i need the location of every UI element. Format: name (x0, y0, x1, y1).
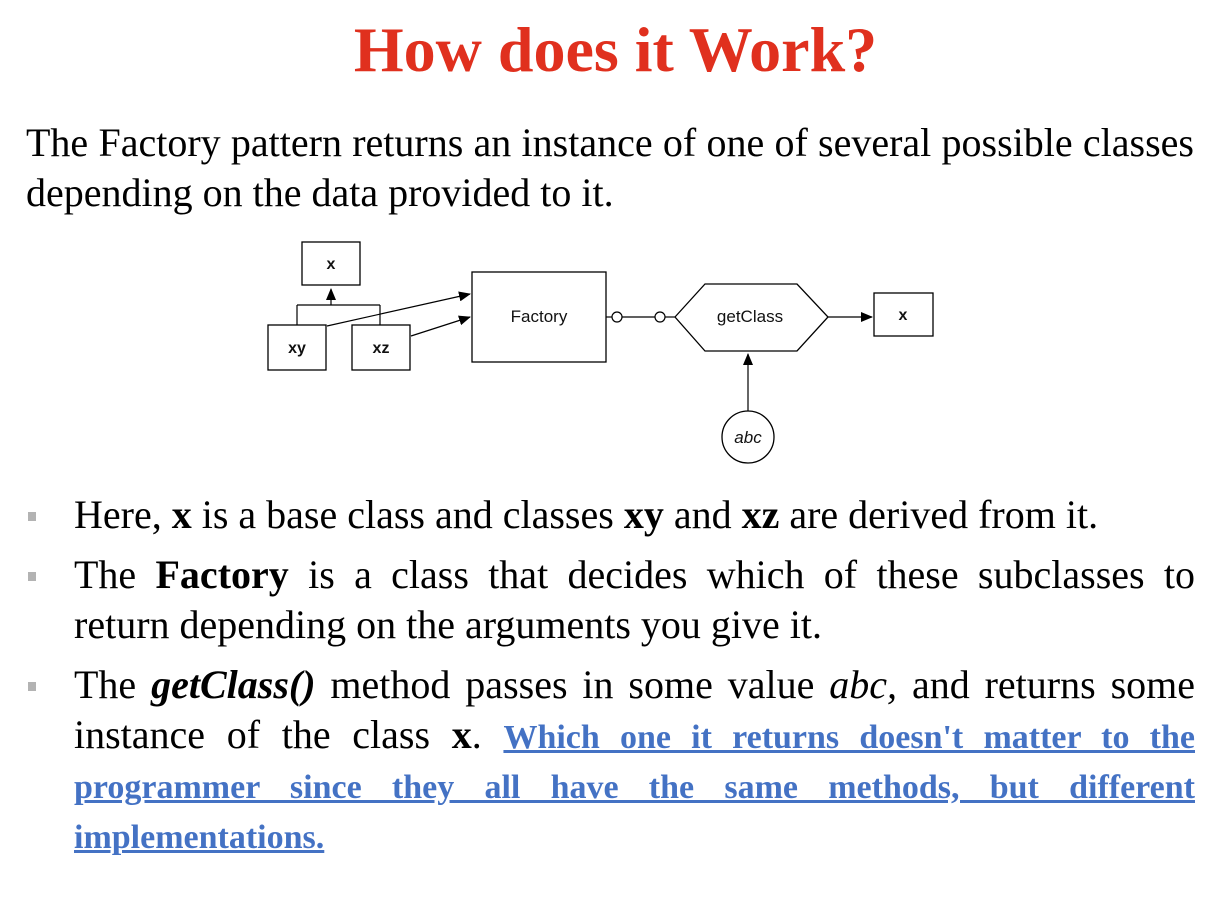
bullet-item-factory-role: The Factory is a class that decides whic… (28, 550, 1195, 650)
factory-diagram: x xy xz Factory getClass x abc (267, 241, 934, 464)
bullet-marker (28, 512, 36, 521)
derived-class-xz-node: xz (351, 324, 411, 371)
inheritance-connector (296, 288, 381, 325)
text-run: and (663, 492, 742, 537)
bold-term: Factory (155, 552, 289, 597)
bold-term: x (451, 712, 472, 757)
bold-term: x (171, 492, 192, 537)
factory-method-link (606, 311, 675, 323)
bold-term: xy (623, 492, 664, 537)
derived-class-xy-label: xy (288, 340, 306, 357)
text-run: is a base class and classes (191, 492, 624, 537)
bullet-item-getclass-method: The getClass() method passes in some val… (28, 660, 1195, 860)
text-run: The (74, 662, 152, 707)
text-run: Here, (74, 492, 172, 537)
text-run: . (471, 712, 504, 757)
input-value-label: abc (734, 428, 762, 447)
input-value-node: abc (721, 410, 775, 464)
getclass-method-node: getClass (674, 283, 829, 352)
bullet-marker (28, 682, 36, 691)
text-run: method passes in some value (315, 662, 830, 707)
method-name: getClass() (151, 662, 316, 707)
italic-term: abc, (829, 662, 898, 707)
derived-class-xz-label: xz (373, 340, 390, 357)
result-class-node: x (873, 292, 934, 337)
text-run: The (74, 552, 156, 597)
text-run: are derived from it. (779, 492, 1099, 537)
factory-label: Factory (511, 307, 568, 326)
bold-term: xz (741, 492, 780, 537)
base-class-node: x (301, 241, 361, 286)
result-class-label: x (899, 307, 908, 324)
bullet-item-class-hierarchy: Here, x is a base class and classes xy a… (28, 490, 1195, 540)
getclass-label: getClass (717, 307, 783, 326)
bullet-marker (28, 572, 36, 581)
base-class-label: x (327, 256, 336, 273)
factory-node: Factory (471, 271, 607, 363)
derived-class-xy-node: xy (267, 324, 327, 371)
bullet-list: Here, x is a base class and classes xy a… (28, 490, 1195, 870)
